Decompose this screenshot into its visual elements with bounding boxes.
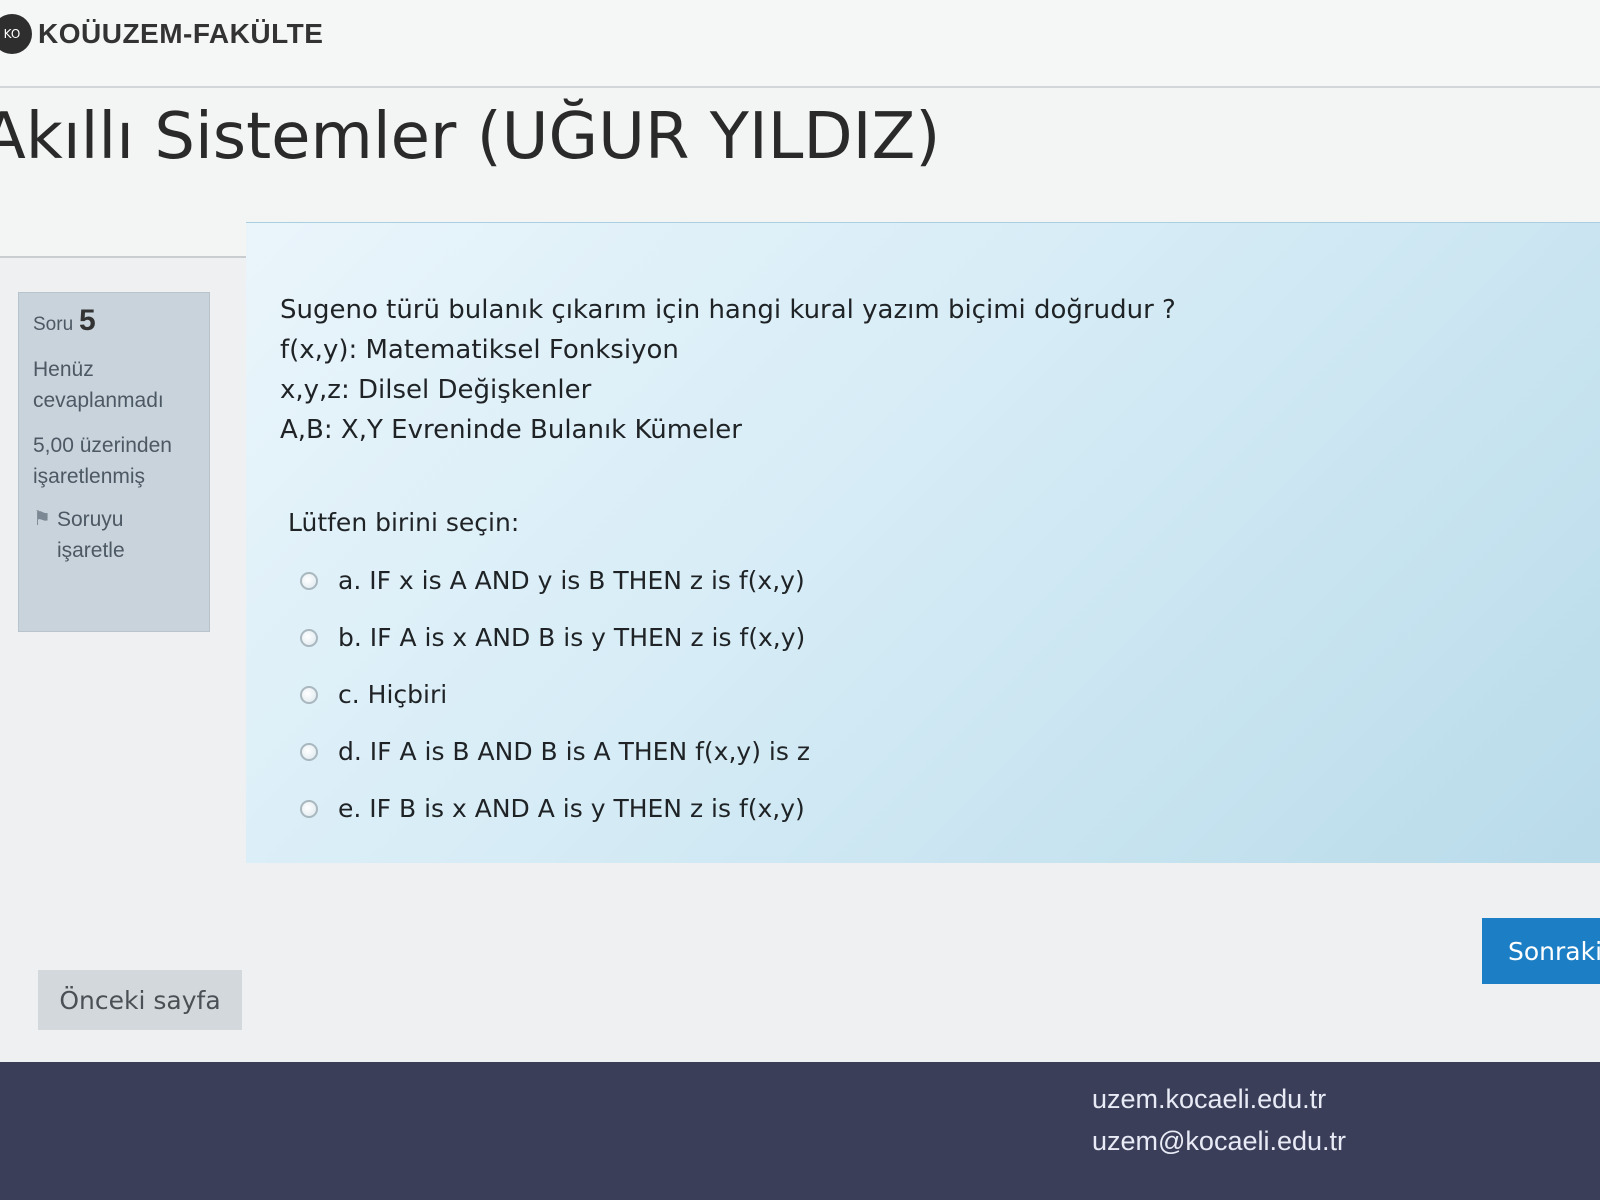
question-line: A,B: X,Y Evreninde Bulanık Kümeler — [280, 415, 742, 445]
answer-options: a. IF x is A AND y is B THEN z is f(x,y)… — [300, 552, 810, 837]
answer-option-e[interactable]: e. IF B is x AND A is y THEN z is f(x,y) — [300, 780, 810, 837]
answer-option-c[interactable]: c. Hiçbiri — [300, 666, 810, 723]
answer-option-b[interactable]: b. IF A is x AND B is y THEN z is f(x,y) — [300, 609, 810, 666]
answer-label[interactable]: b. IF A is x AND B is y THEN z is f(x,y) — [338, 623, 805, 652]
question-line: x,y,z: Dilsel Değişkenler — [280, 375, 592, 405]
answer-status: Henüz cevaplanmadı — [33, 358, 164, 412]
footer-contact: uzem.kocaeli.edu.tr uzem@kocaeli.edu.tr — [1092, 1078, 1346, 1162]
flag-icon: ⚑ — [33, 508, 51, 530]
university-logo-icon: KO — [0, 14, 32, 54]
question-line: f(x,y): Matematiksel Fonksiyon — [280, 335, 679, 365]
answer-option-d[interactable]: d. IF A is B AND B is A THEN f(x,y) is z — [300, 723, 810, 780]
question-line: Sugeno türü bulanık çıkarım için hangi k… — [280, 295, 1176, 325]
question-info-panel: Soru 5 Henüz cevaplanmadı 5,00 üzerinden… — [18, 292, 210, 632]
answer-prompt: Lütfen birini seçin: — [288, 508, 520, 537]
flag-question-label: Soruyu işaretle — [56, 508, 125, 562]
answer-label[interactable]: d. IF A is B AND B is A THEN f(x,y) is z — [338, 737, 810, 766]
previous-page-button[interactable]: Önceki sayfa — [38, 970, 242, 1030]
flag-question-link[interactable]: ⚑ Soruyu işaretle — [33, 504, 195, 566]
answer-label[interactable]: a. IF x is A AND y is B THEN z is f(x,y) — [338, 566, 805, 595]
radio-button[interactable] — [300, 742, 318, 761]
site-brand[interactable]: KO KOÜUZEM-FAKÜLTE — [0, 14, 323, 54]
question-number: Soru 5 — [33, 305, 195, 340]
top-navbar: KO KOÜUZEM-FAKÜLTE — [0, 0, 1600, 88]
footer-email-link[interactable]: uzem@kocaeli.edu.tr — [1092, 1120, 1346, 1162]
answer-label[interactable]: e. IF B is x AND A is y THEN z is f(x,y) — [338, 794, 805, 823]
answer-option-a[interactable]: a. IF x is A AND y is B THEN z is f(x,y) — [300, 552, 810, 609]
question-label: Soru — [33, 314, 74, 335]
question-mark: 5,00 üzerinden işaretlenmiş — [33, 434, 172, 488]
footer-site-link[interactable]: uzem.kocaeli.edu.tr — [1092, 1078, 1346, 1120]
page-footer — [0, 1062, 1600, 1200]
radio-button[interactable] — [300, 571, 318, 590]
question-number-value: 5 — [78, 304, 96, 337]
answer-label[interactable]: c. Hiçbiri — [338, 680, 447, 709]
radio-button[interactable] — [300, 628, 318, 647]
radio-button[interactable] — [300, 799, 318, 818]
course-title: Akıllı Sistemler (UĞUR YILDIZ) — [0, 100, 941, 174]
question-text: Sugeno türü bulanık çıkarım için hangi k… — [280, 290, 1176, 450]
radio-button[interactable] — [300, 685, 318, 704]
site-name[interactable]: KOÜUZEM-FAKÜLTE — [38, 18, 323, 50]
next-page-button[interactable]: Sonraki — [1482, 918, 1600, 984]
